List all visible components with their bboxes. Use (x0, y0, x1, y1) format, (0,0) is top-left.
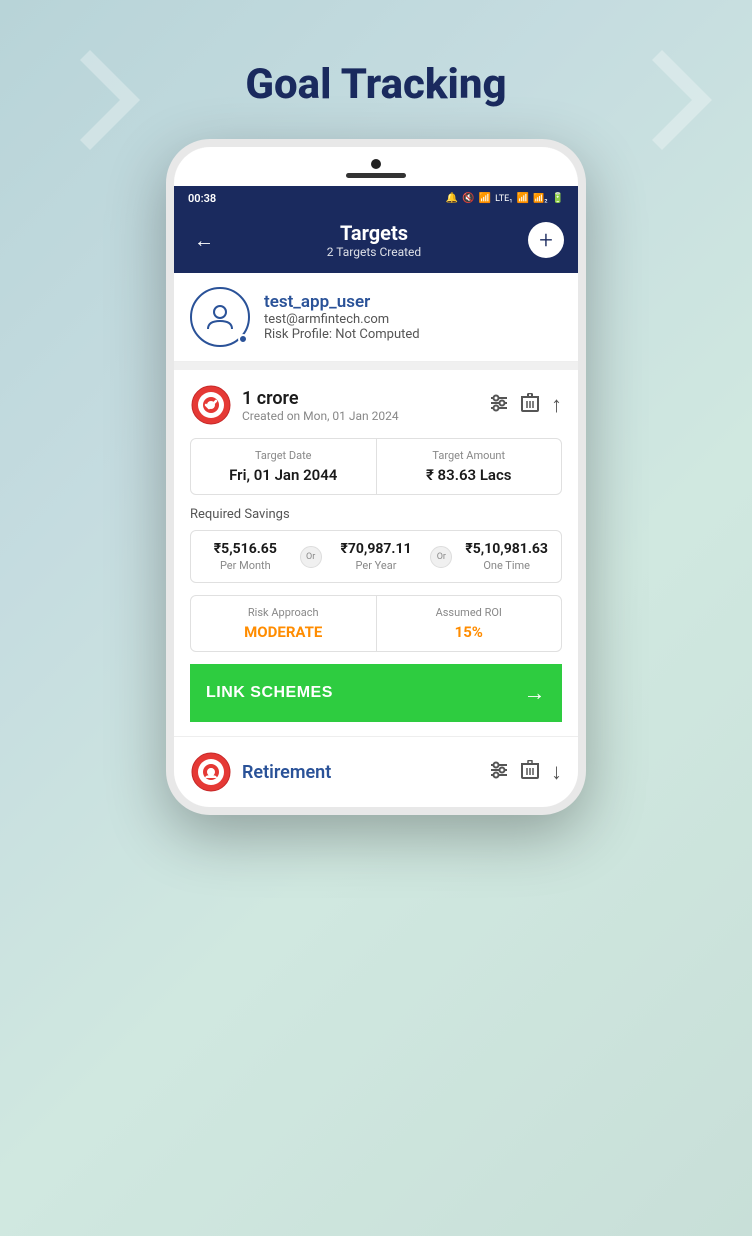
alarm-icon: 🔔 (446, 193, 458, 204)
target-settings-icon[interactable] (489, 393, 509, 418)
nav-title-block: Targets 2 Targets Created (220, 221, 528, 259)
page-title: Goal Tracking (245, 60, 506, 109)
risk-approach-value: MODERATE (201, 623, 366, 641)
nav-subtitle: 2 Targets Created (220, 245, 528, 259)
bg-arrow-right (602, 40, 722, 160)
nav-bar: ← Targets 2 Targets Created + (174, 211, 578, 273)
user-risk-profile: Risk Profile: Not Computed (264, 327, 420, 342)
lte1-icon: LTE₁ (495, 194, 512, 204)
mute-icon: 🔇 (462, 193, 474, 204)
savings-one-time-box: ₹5,10,981.63 One Time (452, 531, 561, 582)
retirement-collapse-icon[interactable]: ↓ (551, 759, 562, 785)
target-card-1: 1 crore Created on Mon, 01 Jan 2024 (174, 370, 578, 736)
savings-row: ₹5,516.65 Per Month Or ₹70,987.11 Per Ye… (190, 530, 562, 583)
target-name-block: 1 crore Created on Mon, 01 Jan 2024 (242, 388, 399, 423)
target-card-2: Retirement (174, 736, 578, 807)
target-created-date: Created on Mon, 01 Jan 2024 (242, 409, 399, 423)
savings-per-year-label: Per Year (330, 559, 423, 572)
phone-notch (174, 147, 578, 186)
user-info: test_app_user test@armfintech.com Risk P… (264, 292, 420, 342)
retirement-settings-icon[interactable] (489, 760, 509, 785)
avatar-container (190, 287, 250, 347)
avatar-dot (238, 334, 248, 344)
target-header: 1 crore Created on Mon, 01 Jan 2024 (190, 384, 562, 426)
savings-per-month-amount: ₹5,516.65 (199, 541, 292, 557)
assumed-roi-label: Assumed ROI (387, 606, 552, 619)
target-amount-box: Target Amount ₹ 83.63 Lacs (377, 439, 562, 494)
phone-camera (371, 159, 381, 169)
target-date-box: Target Date Fri, 01 Jan 2044 (191, 439, 377, 494)
savings-per-month-label: Per Month (199, 559, 292, 572)
user-avatar-icon (204, 301, 236, 333)
status-time: 00:38 (188, 192, 216, 205)
status-icons: 🔔 🔇 📶 LTE₁ 📶 📶₂ 🔋 (446, 193, 564, 204)
content-area: test_app_user test@armfintech.com Risk P… (174, 273, 578, 807)
retirement-goal-icon (190, 751, 232, 793)
savings-per-year-box: ₹70,987.11 Per Year (322, 531, 431, 582)
target-date-label: Target Date (203, 449, 364, 462)
phone-speaker (346, 173, 406, 178)
user-email: test@armfintech.com (264, 312, 420, 327)
back-button[interactable]: ← (188, 224, 220, 256)
savings-one-time-label: One Time (460, 559, 553, 572)
target-amount-value: ₹ 83.63 Lacs (389, 466, 550, 484)
bg-arrow-left (30, 40, 150, 160)
target-amount-label: Target Amount (389, 449, 550, 462)
add-target-button[interactable]: + (528, 222, 564, 258)
target-info-row: Target Date Fri, 01 Jan 2044 Target Amou… (190, 438, 562, 495)
target-left: 1 crore Created on Mon, 01 Jan 2024 (190, 384, 399, 426)
link-schemes-label: LINK SCHEMES (206, 684, 333, 702)
assumed-roi-box: Assumed ROI 15% (377, 596, 562, 651)
target-name: 1 crore (242, 388, 399, 409)
lte2-icon: 📶₂ (533, 194, 548, 204)
retirement-left: Retirement (190, 751, 331, 793)
target-delete-icon[interactable] (521, 393, 539, 418)
user-card: test_app_user test@armfintech.com Risk P… (174, 273, 578, 362)
phone-frame: 00:38 🔔 🔇 📶 LTE₁ 📶 📶₂ 🔋 ← Targets 2 Targ… (166, 139, 586, 815)
retirement-name-block: Retirement (242, 762, 331, 783)
user-name: test_app_user (264, 292, 420, 312)
target-actions: ↑ (489, 392, 562, 418)
required-savings-label: Required Savings (190, 507, 562, 522)
retirement-delete-icon[interactable] (521, 760, 539, 785)
or-divider-1: Or (300, 546, 322, 568)
risk-roi-row: Risk Approach MODERATE Assumed ROI 15% (190, 595, 562, 652)
wifi-icon: 📶 (479, 193, 491, 204)
status-bar: 00:38 🔔 🔇 📶 LTE₁ 📶 📶₂ 🔋 (174, 186, 578, 211)
savings-per-year-amount: ₹70,987.11 (330, 541, 423, 557)
retirement-name: Retirement (242, 762, 331, 783)
risk-approach-box: Risk Approach MODERATE (191, 596, 377, 651)
separator-1 (174, 362, 578, 370)
battery-icon: 🔋 (552, 193, 564, 204)
assumed-roi-value: 15% (387, 623, 552, 641)
target-expand-icon[interactable]: ↑ (551, 392, 562, 418)
risk-approach-label: Risk Approach (201, 606, 366, 619)
retirement-actions: ↓ (489, 759, 562, 785)
nav-title: Targets (220, 221, 528, 245)
target-date-value: Fri, 01 Jan 2044 (203, 466, 364, 484)
savings-per-month-box: ₹5,516.65 Per Month (191, 531, 300, 582)
link-schemes-arrow-icon: → (524, 680, 547, 706)
savings-one-time-amount: ₹5,10,981.63 (460, 541, 553, 557)
link-schemes-button[interactable]: LINK SCHEMES → (190, 664, 562, 722)
or-divider-2: Or (430, 546, 452, 568)
target-goal-icon (190, 384, 232, 426)
signal1-icon: 📶 (517, 193, 529, 204)
